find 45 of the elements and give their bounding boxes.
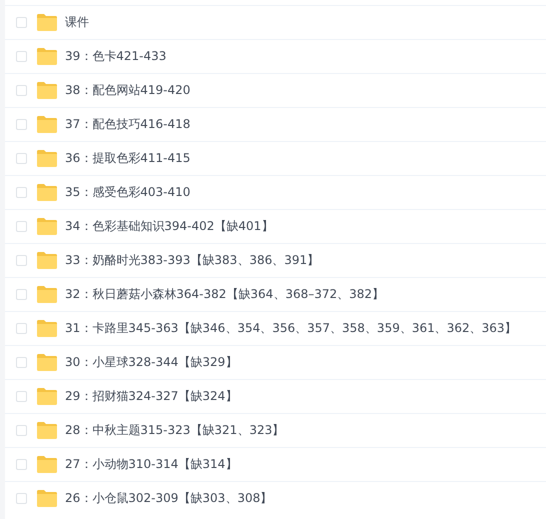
folder-icon	[37, 150, 57, 167]
folder-name[interactable]: 35：感受色彩403-410	[65, 184, 190, 201]
folder-icon	[37, 320, 57, 337]
checkbox[interactable]	[16, 51, 27, 62]
folder-name[interactable]: 26：小仓鼠302-309【缺303、308】	[65, 490, 272, 507]
folder-icon	[37, 388, 57, 405]
folder-icon	[37, 82, 57, 99]
folder-name[interactable]: 33：奶酪时光383-393【缺383、386、391】	[65, 252, 320, 269]
folder-icon	[37, 116, 57, 133]
checkbox[interactable]	[16, 425, 27, 436]
checkbox[interactable]	[16, 255, 27, 266]
checkbox[interactable]	[16, 289, 27, 300]
checkbox[interactable]	[16, 221, 27, 232]
folder-name[interactable]: 课件	[65, 14, 89, 31]
folder-icon	[37, 252, 57, 269]
folder-name[interactable]: 29：招财猫324-327【缺324】	[65, 388, 238, 405]
folder-icon	[37, 286, 57, 303]
checkbox[interactable]	[16, 17, 27, 28]
folder-name[interactable]: 37：配色技巧416-418	[65, 116, 190, 133]
folder-icon	[37, 218, 57, 235]
checkbox[interactable]	[16, 187, 27, 198]
checkbox[interactable]	[16, 357, 27, 368]
folder-name[interactable]: 38：配色网站419-420	[65, 82, 190, 99]
folder-name[interactable]: 30：小星球328-344【缺329】	[65, 354, 238, 371]
checkbox[interactable]	[16, 119, 27, 130]
folder-name[interactable]: 31：卡路里345-363【缺346、354、356、357、358、359、361、362、363】	[65, 320, 517, 337]
checkbox[interactable]	[16, 391, 27, 402]
folder-name[interactable]: 34：色彩基础知识394-402【缺401】	[65, 218, 274, 235]
checkbox[interactable]	[16, 153, 27, 164]
folder-name[interactable]: 36：提取色彩411-415	[65, 150, 190, 167]
folder-name[interactable]: 39：色卡421-433	[65, 48, 166, 65]
folder-name[interactable]: 28：中秋主题315-323【缺321、323】	[65, 422, 284, 439]
checkbox[interactable]	[16, 493, 27, 504]
folder-icon	[37, 14, 57, 31]
checkbox[interactable]	[16, 459, 27, 470]
folder-icon	[37, 422, 57, 439]
checkbox[interactable]	[16, 323, 27, 334]
folder-name[interactable]: 32：秋日蘑菇小森林364-382【缺364、368–372、382】	[65, 286, 384, 303]
folder-icon	[37, 184, 57, 201]
folder-name[interactable]: 27：小动物310-314【缺314】	[65, 456, 238, 473]
folder-icon	[37, 490, 57, 507]
checkbox[interactable]	[16, 85, 27, 96]
folder-icon	[37, 354, 57, 371]
folder-icon	[37, 48, 57, 65]
folder-icon	[37, 456, 57, 473]
